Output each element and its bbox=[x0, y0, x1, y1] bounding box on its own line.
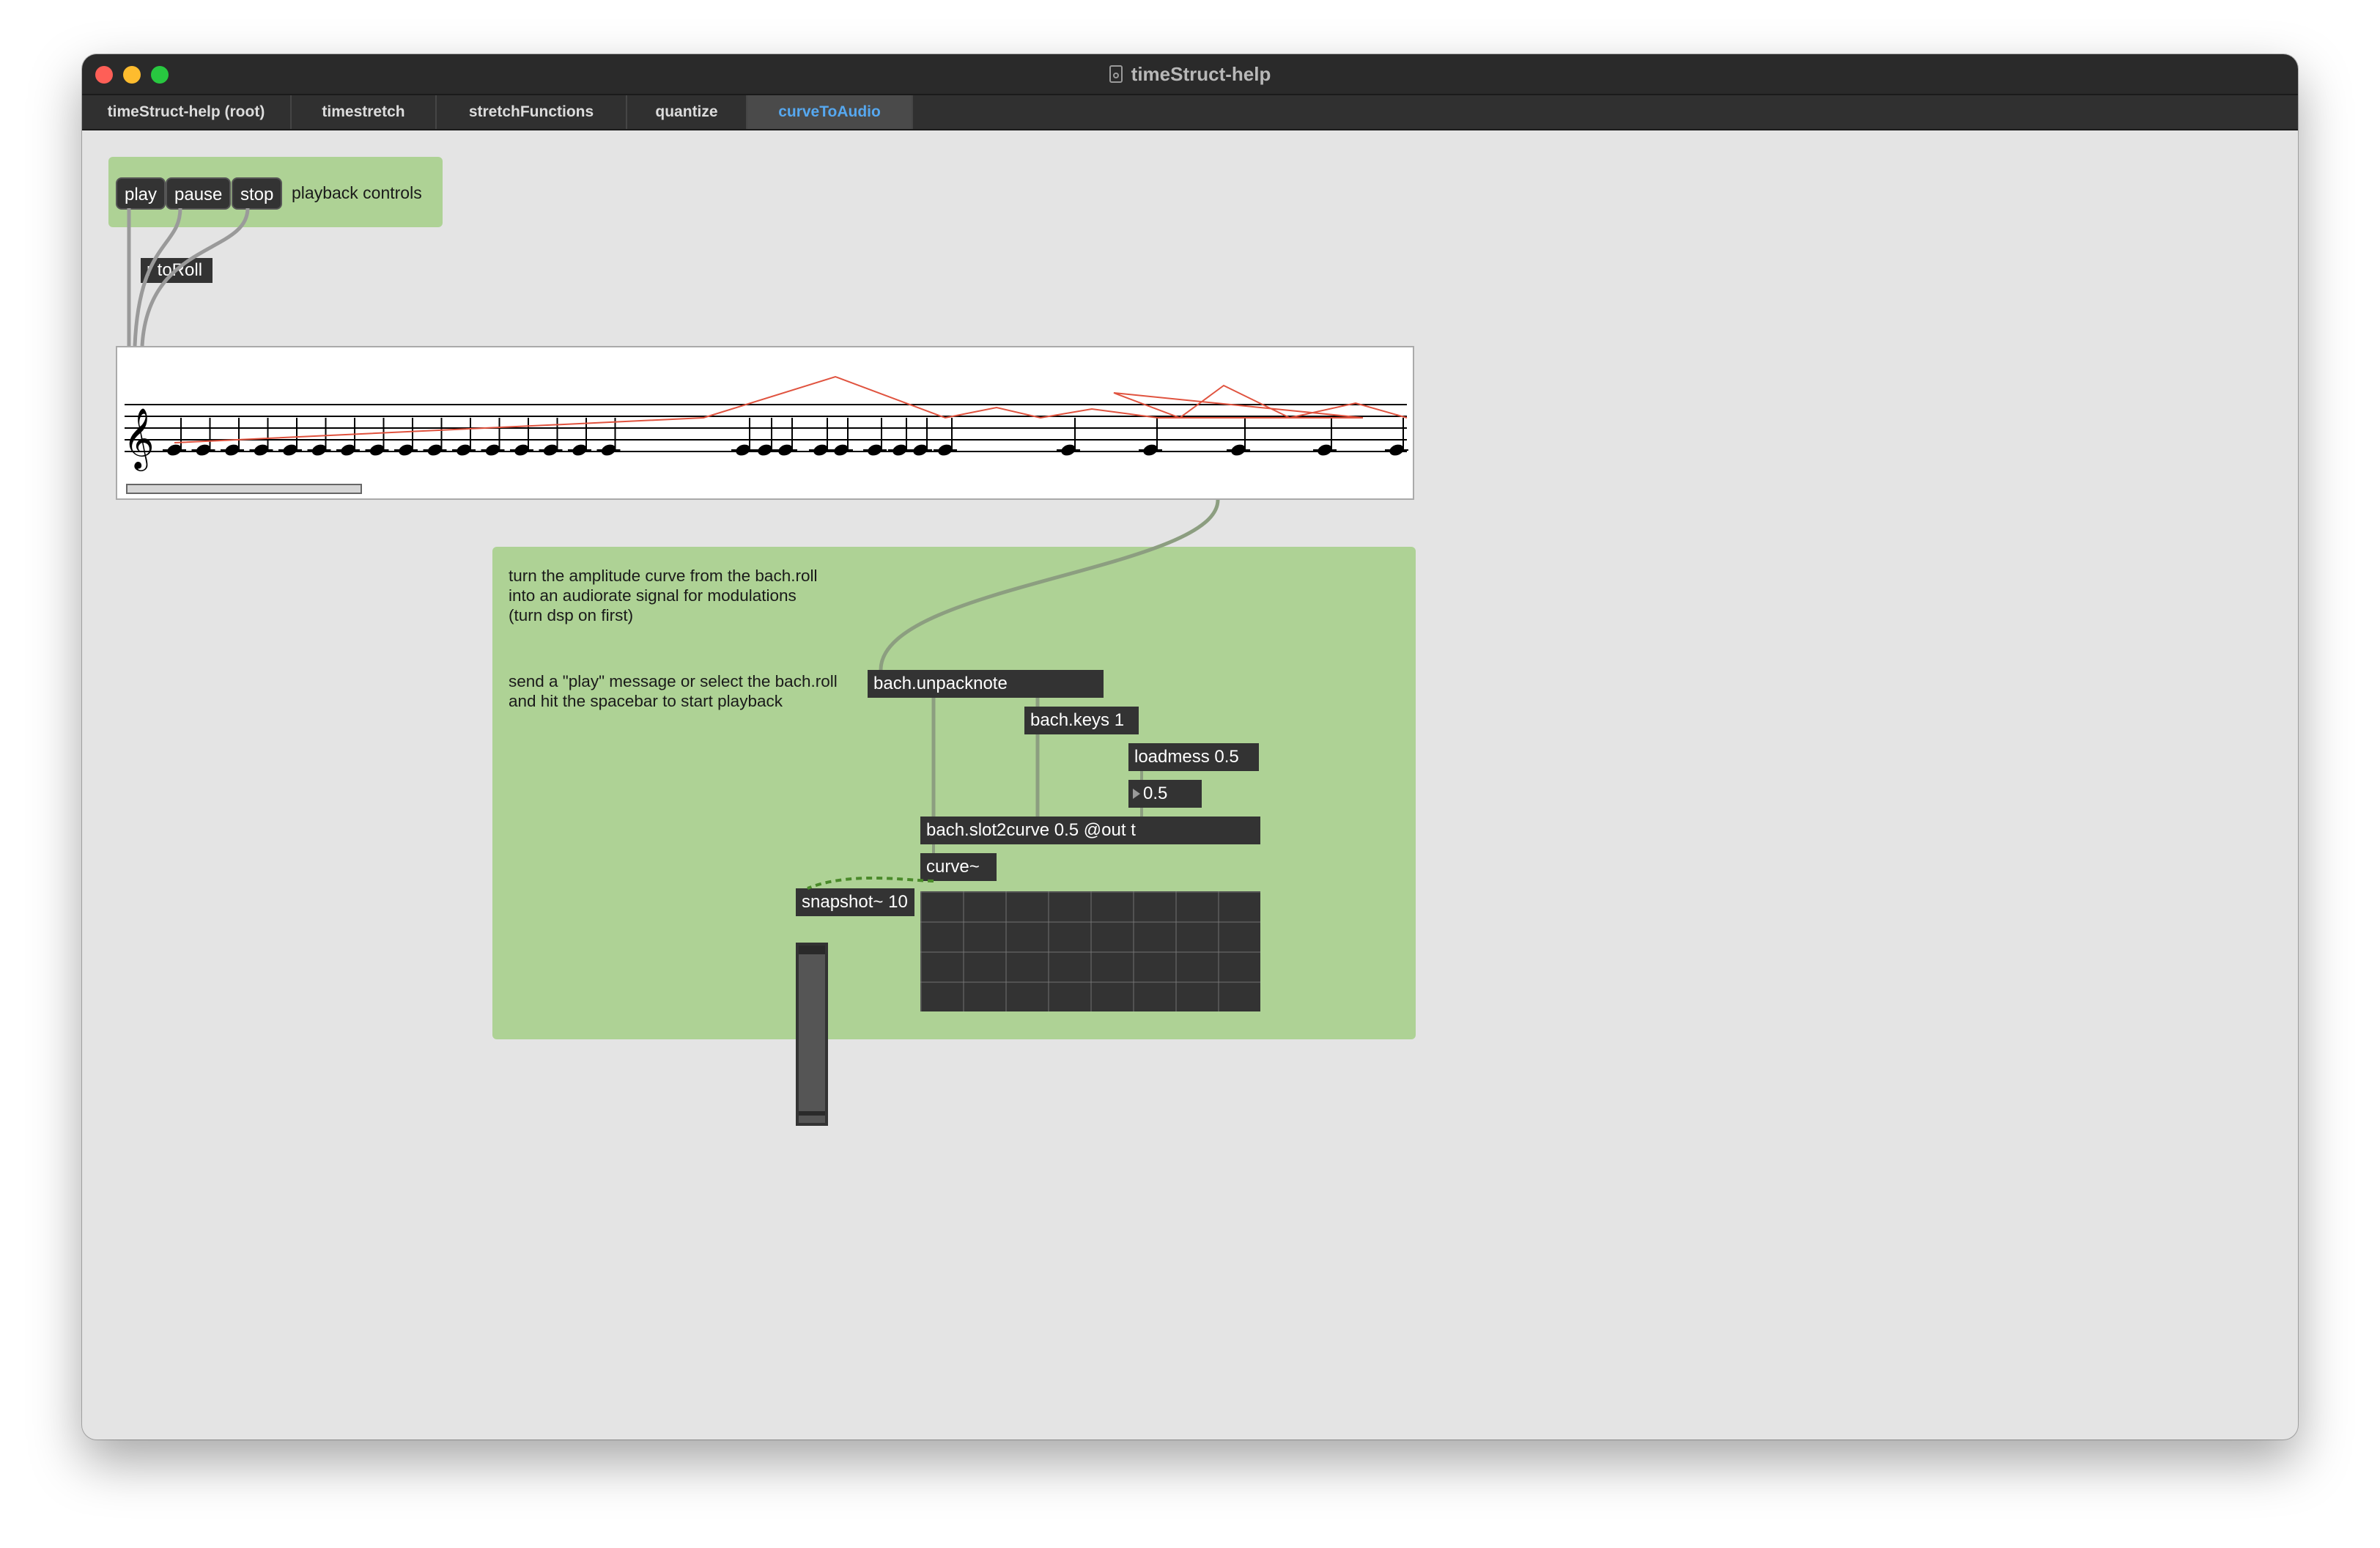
stop-button[interactable]: stop bbox=[232, 177, 283, 210]
tab-curvetoaudio[interactable]: curveToAudio bbox=[747, 95, 913, 129]
bach-roll[interactable]: 𝄞 bbox=[116, 346, 1414, 500]
snapshot-object[interactable]: snapshot~ 10 bbox=[796, 888, 914, 916]
window-title-group: timeStruct-help bbox=[82, 54, 2298, 94]
curve-tilde-object[interactable]: curve~ bbox=[920, 853, 997, 881]
tab-timestretch[interactable]: timestretch bbox=[292, 95, 437, 129]
receive-object-label: r toRoll bbox=[147, 260, 203, 280]
treble-clef-icon: 𝄞 bbox=[123, 407, 155, 471]
play-button[interactable]: play bbox=[116, 177, 166, 210]
bach-slot2curve-object[interactable]: bach.slot2curve 0.5 @out t bbox=[920, 817, 1260, 844]
receive-object[interactable]: r toRoll bbox=[141, 258, 212, 283]
doc-icon bbox=[1109, 65, 1123, 83]
staff-lines bbox=[125, 404, 1407, 452]
signal-scope[interactable] bbox=[920, 891, 1260, 1011]
instructions-comment: send a "play" message or select the bach… bbox=[509, 672, 838, 710]
number-box-value: 0.5 bbox=[1143, 784, 1168, 803]
tab-root[interactable]: timeStruct-help (root) bbox=[82, 95, 292, 129]
app-window: timeStruct-help timeStruct-help (root) t… bbox=[82, 54, 2298, 1440]
tab-quantize[interactable]: quantize bbox=[627, 95, 747, 129]
loadmess-label: loadmess 0.5 bbox=[1134, 747, 1239, 767]
patcher-canvas[interactable]: play pause stop playback controls r toRo… bbox=[82, 130, 2298, 1440]
window-title: timeStruct-help bbox=[1131, 62, 1271, 85]
bach-unpacknote-object[interactable]: bach.unpacknote bbox=[868, 670, 1104, 698]
intro-comment: turn the amplitude curve from the bach.r… bbox=[509, 567, 818, 624]
curve-tilde-label: curve~ bbox=[926, 857, 980, 877]
level-slider[interactable] bbox=[796, 943, 828, 1126]
loadmess-object[interactable]: loadmess 0.5 bbox=[1128, 743, 1259, 771]
bach-unpacknote-label: bach.unpacknote bbox=[873, 674, 1008, 693]
tab-bar: timeStruct-help (root) timestretch stret… bbox=[82, 95, 2298, 130]
roll-notation: 𝄞 bbox=[123, 375, 1408, 471]
slider-top-cap bbox=[799, 946, 825, 954]
roll-horizontal-scrollbar[interactable] bbox=[126, 484, 362, 494]
amplitude-curve bbox=[174, 375, 1408, 443]
play-triangle-icon bbox=[1133, 789, 1140, 799]
tab-stretchfunctions[interactable]: stretchFunctions bbox=[437, 95, 627, 129]
bach-slot2curve-label: bach.slot2curve 0.5 @out t bbox=[926, 820, 1136, 840]
bach-keys-object[interactable]: bach.keys 1 bbox=[1024, 707, 1139, 734]
number-box[interactable]: 0.5 bbox=[1128, 780, 1202, 808]
snapshot-label: snapshot~ 10 bbox=[802, 892, 908, 912]
slider-bottom-cap bbox=[799, 1111, 825, 1116]
pause-button[interactable]: pause bbox=[166, 177, 232, 210]
playback-controls-comment: playback controls bbox=[292, 183, 422, 202]
title-bar: timeStruct-help bbox=[82, 54, 2298, 95]
bach-keys-label: bach.keys 1 bbox=[1030, 710, 1125, 730]
